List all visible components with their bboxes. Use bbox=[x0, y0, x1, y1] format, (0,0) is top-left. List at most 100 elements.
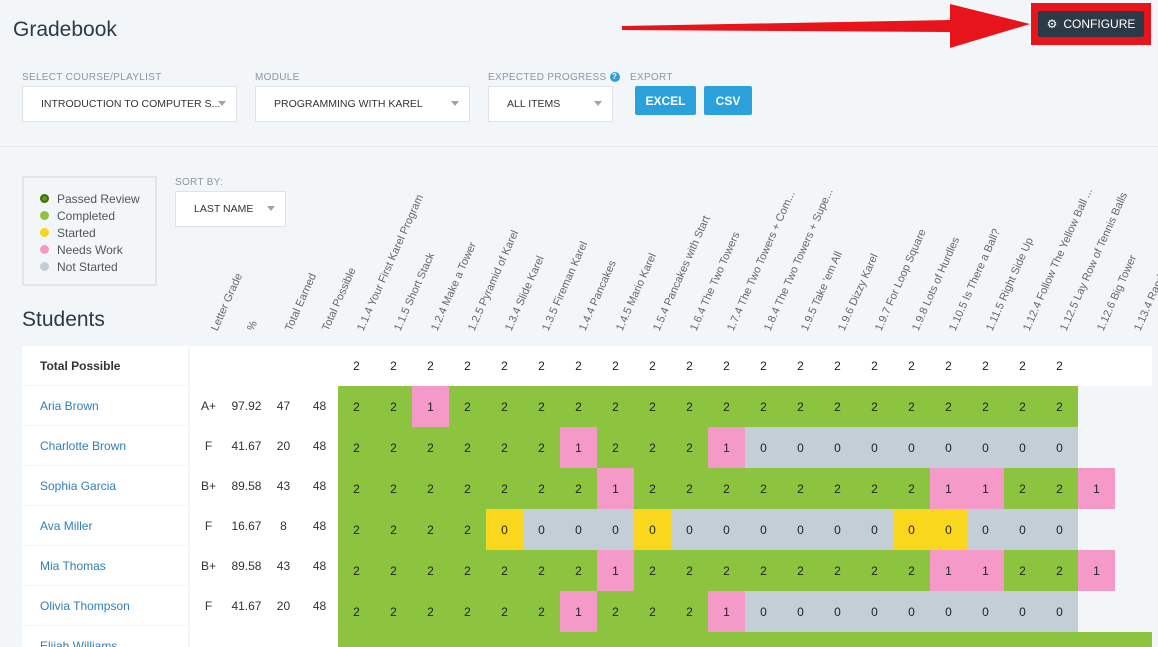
score-cell[interactable]: 2 bbox=[634, 550, 671, 591]
score-cell[interactable]: 2 bbox=[449, 550, 486, 591]
assignment-header[interactable]: 1.12.4 Follow The Yellow Ball ... bbox=[1021, 186, 1095, 333]
assignment-header[interactable]: 1.12.6 Big Tower bbox=[1095, 253, 1139, 333]
score-cell[interactable] bbox=[412, 632, 449, 647]
student-name-link[interactable]: Ava Miller bbox=[22, 506, 188, 546]
score-cell[interactable]: 0 bbox=[856, 591, 893, 632]
score-cell[interactable]: 2 bbox=[375, 509, 412, 550]
score-cell[interactable]: 0 bbox=[930, 509, 967, 550]
student-name-link[interactable]: Sophia Garcia bbox=[22, 466, 188, 506]
score-cell[interactable]: 0 bbox=[967, 591, 1004, 632]
score-cell[interactable]: 0 bbox=[1004, 509, 1041, 550]
score-cell[interactable]: 2 bbox=[449, 468, 486, 509]
export-csv-button[interactable]: CSV bbox=[704, 86, 752, 115]
score-cell[interactable]: 2 bbox=[893, 386, 930, 427]
score-cell[interactable]: 0 bbox=[745, 591, 782, 632]
score-cell[interactable]: 1 bbox=[1078, 468, 1115, 509]
score-cell[interactable]: 0 bbox=[782, 427, 819, 468]
assignment-header[interactable]: 1.7.4 The Two Towers + Com... bbox=[725, 189, 798, 333]
score-cell[interactable]: 2 bbox=[671, 427, 708, 468]
score-cell[interactable]: 1 bbox=[967, 468, 1004, 509]
score-cell[interactable]: 2 bbox=[560, 550, 597, 591]
student-name-link[interactable]: Aria Brown bbox=[22, 386, 188, 426]
score-cell[interactable]: 2 bbox=[634, 427, 671, 468]
score-cell[interactable]: 2 bbox=[375, 550, 412, 591]
score-cell[interactable]: 2 bbox=[634, 591, 671, 632]
module-select[interactable]: PROGRAMMING WITH KAREL bbox=[255, 86, 470, 122]
score-cell[interactable]: 2 bbox=[671, 468, 708, 509]
score-cell[interactable]: 2 bbox=[338, 386, 375, 427]
score-cell[interactable]: 0 bbox=[671, 509, 708, 550]
student-name-link[interactable]: Olivia Thompson bbox=[22, 586, 188, 626]
score-cell[interactable] bbox=[819, 632, 856, 647]
score-cell[interactable]: 2 bbox=[597, 386, 634, 427]
score-cell[interactable] bbox=[1004, 632, 1041, 647]
score-cell[interactable]: 1 bbox=[412, 386, 449, 427]
score-cell[interactable]: 2 bbox=[782, 550, 819, 591]
score-cell[interactable]: 0 bbox=[967, 427, 1004, 468]
assignment-header[interactable]: 1.4.5 Mario Karel bbox=[614, 251, 659, 332]
score-cell[interactable]: 2 bbox=[338, 550, 375, 591]
score-cell[interactable]: 2 bbox=[1041, 468, 1078, 509]
score-cell[interactable]: 2 bbox=[486, 386, 523, 427]
score-cell[interactable]: 0 bbox=[745, 509, 782, 550]
score-cell[interactable]: 2 bbox=[523, 591, 560, 632]
score-cell[interactable]: 2 bbox=[634, 386, 671, 427]
student-name-link[interactable]: Mia Thomas bbox=[22, 546, 188, 586]
score-cell[interactable]: 1 bbox=[597, 468, 634, 509]
score-cell[interactable]: 0 bbox=[782, 509, 819, 550]
score-cell[interactable]: 0 bbox=[560, 509, 597, 550]
score-cell[interactable]: 0 bbox=[819, 427, 856, 468]
score-cell[interactable]: 2 bbox=[338, 427, 375, 468]
score-cell[interactable] bbox=[782, 632, 819, 647]
score-cell[interactable]: 2 bbox=[338, 591, 375, 632]
score-cell[interactable] bbox=[560, 632, 597, 647]
score-cell[interactable]: 2 bbox=[412, 468, 449, 509]
score-cell[interactable]: 2 bbox=[375, 427, 412, 468]
assignment-header[interactable]: 1.12.5 Lay Row of Tennis Balls bbox=[1058, 191, 1130, 333]
score-cell[interactable]: 0 bbox=[1041, 509, 1078, 550]
score-cell[interactable]: 2 bbox=[597, 427, 634, 468]
score-cell[interactable]: 2 bbox=[782, 468, 819, 509]
score-cell[interactable]: 0 bbox=[782, 591, 819, 632]
score-cell[interactable]: 1 bbox=[930, 468, 967, 509]
score-cell[interactable]: 2 bbox=[486, 468, 523, 509]
score-cell[interactable]: 0 bbox=[1041, 427, 1078, 468]
score-cell[interactable]: 2 bbox=[708, 386, 745, 427]
score-cell[interactable] bbox=[893, 632, 930, 647]
score-cell[interactable]: 2 bbox=[1041, 550, 1078, 591]
score-cell[interactable]: 0 bbox=[893, 509, 930, 550]
score-cell[interactable]: 2 bbox=[1004, 386, 1041, 427]
score-cell[interactable]: 2 bbox=[338, 509, 375, 550]
score-cell[interactable]: 2 bbox=[412, 550, 449, 591]
score-cell[interactable]: 2 bbox=[745, 468, 782, 509]
score-cell[interactable]: 2 bbox=[856, 386, 893, 427]
score-cell[interactable]: 2 bbox=[967, 386, 1004, 427]
score-cell[interactable]: 2 bbox=[634, 468, 671, 509]
score-cell[interactable]: 2 bbox=[523, 427, 560, 468]
score-cell[interactable]: 1 bbox=[930, 550, 967, 591]
assignment-header[interactable]: 1.9.5 Take 'em All bbox=[799, 250, 845, 333]
score-cell[interactable]: 0 bbox=[486, 509, 523, 550]
score-cell[interactable]: 0 bbox=[523, 509, 560, 550]
score-cell[interactable]: 0 bbox=[634, 509, 671, 550]
score-cell[interactable] bbox=[634, 632, 671, 647]
score-cell[interactable]: 2 bbox=[449, 591, 486, 632]
score-cell[interactable]: 0 bbox=[819, 509, 856, 550]
student-name-link[interactable]: Elijah Williams bbox=[22, 626, 188, 647]
score-cell[interactable] bbox=[523, 632, 560, 647]
score-cell[interactable]: 1 bbox=[967, 550, 1004, 591]
score-cell[interactable]: 1 bbox=[1078, 550, 1115, 591]
score-cell[interactable]: 0 bbox=[967, 509, 1004, 550]
score-cell[interactable]: 0 bbox=[1041, 591, 1078, 632]
score-cell[interactable]: 2 bbox=[486, 550, 523, 591]
score-cell[interactable]: 0 bbox=[819, 591, 856, 632]
score-cell[interactable]: 2 bbox=[708, 468, 745, 509]
score-cell[interactable]: 2 bbox=[523, 550, 560, 591]
score-cell[interactable]: 2 bbox=[523, 386, 560, 427]
score-cell[interactable]: 2 bbox=[856, 468, 893, 509]
score-cell[interactable]: 2 bbox=[449, 509, 486, 550]
assignment-header[interactable]: 1.8.4 The Two Towers + Supe... bbox=[762, 187, 836, 333]
score-cell[interactable]: 2 bbox=[930, 386, 967, 427]
score-cell[interactable] bbox=[597, 632, 634, 647]
assignment-header[interactable]: 1.13.4 Rando bbox=[1132, 268, 1158, 333]
